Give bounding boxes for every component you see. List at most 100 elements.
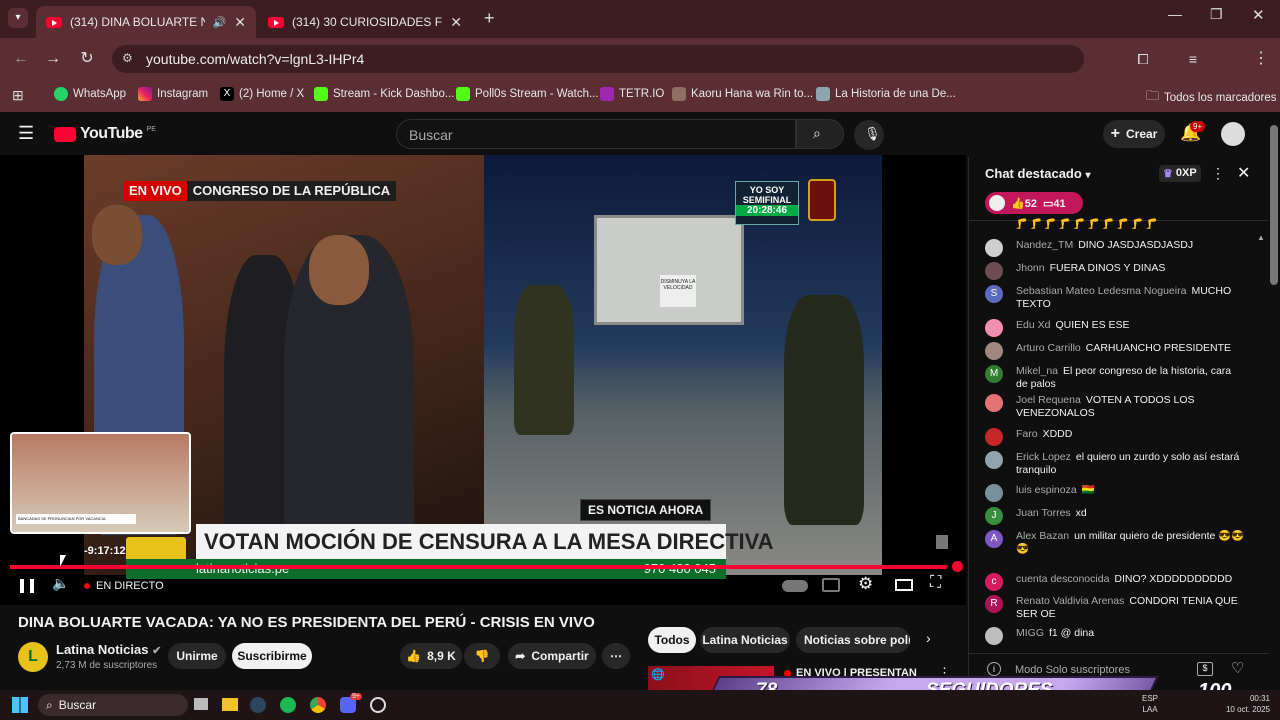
search-button[interactable]: ⌕ — [796, 119, 844, 149]
maximize-button[interactable]: ❐ — [1210, 6, 1223, 23]
chat-author-name[interactable]: Jhonn — [1016, 262, 1045, 274]
windows-start-icon[interactable] — [12, 697, 28, 713]
close-tab-icon[interactable]: ✕ — [234, 14, 246, 31]
progress-scrubber[interactable] — [952, 561, 963, 572]
account-avatar[interactable] — [1221, 122, 1245, 146]
tab-active[interactable]: (314) DINA BOLUARTE NO ASÍ 🔊 ✕ — [36, 6, 256, 38]
all-bookmarks[interactable]: 🗀 Todos los marcadores — [1146, 87, 1277, 109]
youtube-logo[interactable]: YouTube PE — [54, 125, 156, 143]
channel-avatar[interactable]: L — [18, 642, 48, 672]
spotify-icon[interactable] — [280, 697, 296, 713]
chat-author-avatar[interactable]: R — [985, 595, 1003, 613]
chat-author-name[interactable]: Mikel_na — [1016, 365, 1058, 377]
forward-arrow-icon[interactable]: → — [42, 48, 64, 70]
chat-author-avatar[interactable]: M — [985, 365, 1003, 383]
bookmark-historia[interactable]: La Historia de una De... — [816, 87, 956, 101]
xp-badge[interactable]: ♛ 0XP — [1159, 165, 1201, 182]
chat-author-avatar[interactable] — [985, 319, 1003, 337]
reload-icon[interactable]: ↻ — [76, 48, 98, 70]
bookmark-kick[interactable]: Stream - Kick Dashbo... — [314, 87, 454, 101]
chat-author-avatar[interactable]: S — [985, 285, 1003, 303]
super-chat-icon[interactable]: $ — [1197, 662, 1213, 676]
chat-author-avatar[interactable] — [985, 627, 1003, 645]
volume-icon[interactable]: 🔈 — [52, 575, 69, 592]
share-button[interactable]: ➦ Compartir — [508, 643, 596, 669]
chat-author-avatar[interactable] — [985, 394, 1003, 412]
chat-author-name[interactable]: Joel Requena — [1016, 394, 1081, 406]
chat-author-avatar[interactable]: J — [985, 507, 1003, 525]
close-window-button[interactable]: ✕ — [1252, 6, 1265, 24]
chat-author-name[interactable]: luis espinoza — [1016, 484, 1077, 496]
chat-author-avatar[interactable] — [985, 342, 1003, 360]
chat-scrollbar[interactable]: ▲ — [1257, 227, 1265, 645]
address-bar[interactable]: ⚙ youtube.com/watch?v=lgnL3-IHPr4 — [112, 45, 1084, 73]
new-tab-button[interactable]: + — [484, 8, 495, 29]
heart-icon[interactable]: ♡ — [1231, 659, 1244, 677]
bookmark-instagram[interactable]: Instagram — [138, 87, 208, 101]
close-tab-icon[interactable]: ✕ — [450, 14, 462, 31]
chat-author-name[interactable]: cuenta desconocida — [1016, 573, 1109, 585]
subscribe-button[interactable]: Suscribirme — [232, 643, 312, 669]
bookmark-tetrio[interactable]: TETR.IO — [600, 87, 664, 101]
media-control-icon[interactable]: ≡ — [1182, 48, 1204, 70]
back-arrow-icon[interactable]: ← — [10, 48, 32, 70]
pause-icon[interactable] — [20, 579, 34, 593]
site-info-icon[interactable]: ⚙ — [122, 51, 133, 65]
chat-author-avatar[interactable] — [985, 262, 1003, 280]
taskbar-search[interactable]: ⌕ Buscar — [38, 694, 188, 716]
create-button[interactable]: + Crear — [1103, 120, 1165, 148]
voice-search-button[interactable]: 🎙 — [854, 120, 884, 150]
search-input[interactable]: Buscar — [396, 119, 796, 149]
chat-author-avatar[interactable] — [985, 451, 1003, 469]
theater-mode-icon[interactable] — [895, 579, 913, 591]
chat-author-avatar[interactable] — [985, 484, 1003, 502]
chat-author-name[interactable]: Edu Xd — [1016, 319, 1050, 331]
tab-inactive[interactable]: (314) 30 CURIOSIDADES FLIPANTE ✕ — [258, 6, 472, 38]
scroll-up-icon[interactable]: ▲ — [1257, 233, 1265, 242]
chip-politics[interactable]: Noticias sobre política — [796, 627, 910, 653]
chat-author-name[interactable]: Nandez_TM — [1016, 239, 1073, 251]
like-button[interactable]: 👍 8,9 K — [400, 643, 462, 669]
chat-author-name[interactable]: Arturo Carrillo — [1016, 342, 1081, 354]
bookmark-kaoru[interactable]: Kaoru Hana wa Rin to... — [672, 87, 813, 101]
info-icon[interactable]: i — [987, 662, 1001, 676]
fullscreen-icon[interactable]: ⛶ — [930, 574, 941, 592]
chat-author-name[interactable]: MIGG — [1016, 627, 1044, 639]
keyboard-language[interactable]: ESP LAA — [1142, 693, 1158, 715]
chat-author-avatar[interactable]: c — [985, 573, 1003, 591]
chat-author-name[interactable]: Faro — [1016, 428, 1038, 440]
hamburger-menu-icon[interactable]: ☰ — [18, 123, 34, 144]
settings-gear-icon[interactable]: ⚙ — [858, 574, 873, 594]
file-explorer-icon[interactable] — [222, 698, 238, 711]
apps-grid-icon[interactable]: ⊞ — [12, 87, 24, 104]
bookmark-pollos[interactable]: Poll0s Stream - Watch... — [456, 87, 599, 101]
page-scrollbar[interactable] — [1270, 125, 1278, 285]
minimize-button[interactable]: — — [1168, 6, 1182, 22]
chat-author-name[interactable]: Alex Bazan — [1016, 530, 1069, 542]
chip-latina[interactable]: Latina Noticias — [700, 627, 790, 653]
chat-author-name[interactable]: Renato Valdivia Arenas — [1016, 595, 1124, 607]
tab-search-button[interactable]: ▾ — [8, 8, 28, 28]
steam-icon[interactable] — [250, 697, 266, 713]
join-button[interactable]: Unirme — [168, 643, 226, 669]
app-icon[interactable] — [370, 697, 386, 713]
chat-author-name[interactable]: Juan Torres — [1016, 507, 1071, 519]
chat-author-name[interactable]: Erick Lopez — [1016, 451, 1071, 463]
chat-menu-icon[interactable]: ⋮ — [1211, 165, 1225, 182]
chat-stats-pill[interactable]: 👍52 ▭41 — [985, 192, 1083, 214]
browser-menu-icon[interactable]: ⋮ — [1250, 48, 1272, 70]
extensions-puzzle-icon[interactable]: ⧠ — [1132, 48, 1154, 70]
chat-author-avatar[interactable]: A — [985, 530, 1003, 548]
bookmark-whatsapp[interactable]: WhatsApp — [54, 87, 126, 101]
chip-all[interactable]: Todos — [648, 627, 696, 653]
task-view-icon[interactable] — [194, 698, 208, 710]
chat-author-avatar[interactable] — [985, 428, 1003, 446]
progress-bar[interactable] — [10, 565, 947, 569]
chat-author-avatar[interactable] — [985, 239, 1003, 257]
clock[interactable]: 00:31 10 oct. 2025 — [1220, 693, 1270, 715]
subtitles-icon[interactable] — [822, 578, 840, 592]
chat-close-icon[interactable]: ✕ — [1237, 163, 1250, 183]
channel-name[interactable]: Latina Noticias ✔ — [56, 642, 161, 657]
bookmark-x[interactable]: X (2) Home / X — [220, 87, 304, 101]
video-player[interactable]: EN VIVO CONGRESO DE LA REPÚBLICA YO SOY … — [0, 155, 966, 605]
